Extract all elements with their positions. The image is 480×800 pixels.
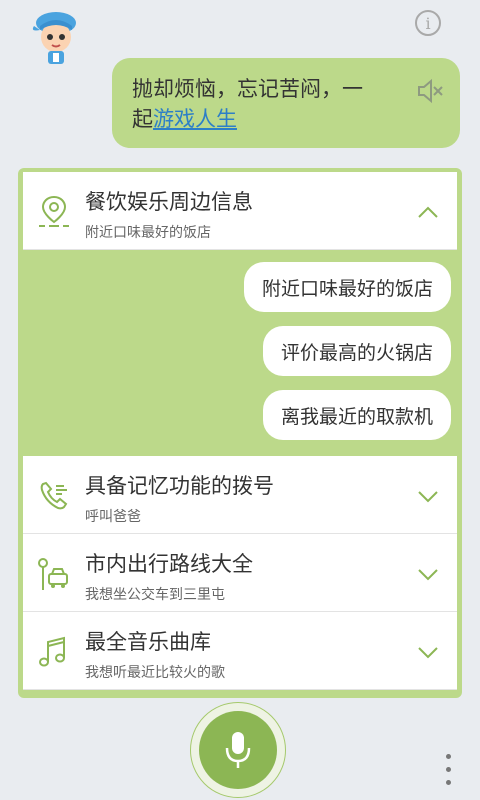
microphone-icon bbox=[225, 732, 251, 768]
mic-button-inner[interactable] bbox=[199, 711, 277, 789]
section-title: 市内出行路线大全 bbox=[85, 552, 253, 576]
chevron-down-icon[interactable] bbox=[417, 644, 439, 659]
feature-panel: 餐饮娱乐周边信息 附近口味最好的饭店 附近口味最好的饭店 评价最高的火锅店 离我… bbox=[18, 168, 462, 698]
chevron-down-icon[interactable] bbox=[417, 488, 439, 503]
route-icon bbox=[37, 556, 71, 592]
avatar bbox=[26, 6, 90, 70]
suggestion-bubble[interactable]: 评价最高的火锅店 bbox=[262, 326, 451, 376]
music-icon bbox=[37, 634, 71, 670]
phone-icon bbox=[37, 478, 71, 514]
section-subtitle: 我想坐公交车到三里屯 bbox=[85, 587, 225, 603]
speech-link[interactable]: 游戏人生 bbox=[153, 107, 237, 131]
assistant-speech-bubble: 抛却烦恼，忘记苦闷，一 起游戏人生 bbox=[112, 58, 460, 148]
section-subtitle: 附近口味最好的饭店 bbox=[85, 225, 211, 241]
section-music[interactable]: 最全音乐曲库 我想听最近比较火的歌 bbox=[23, 612, 457, 690]
chevron-down-icon[interactable] bbox=[417, 566, 439, 581]
section-title: 餐饮娱乐周边信息 bbox=[85, 190, 253, 214]
more-options-icon[interactable] bbox=[443, 754, 453, 790]
voice-assistant-screen: i 抛却烦恼，忘记苦闷，一 起游戏人生 餐饮娱乐周边信息 附近口味最好的饭店 附… bbox=[0, 0, 480, 800]
info-icon: i bbox=[425, 13, 431, 33]
section-subtitle: 我想听最近比较火的歌 bbox=[85, 665, 225, 681]
speech-text-line1: 抛却烦恼，忘记苦闷，一 bbox=[132, 77, 363, 101]
suggestion-bubble[interactable]: 附近口味最好的饭店 bbox=[243, 262, 451, 312]
mic-button[interactable] bbox=[190, 702, 286, 798]
speaker-mute-icon[interactable] bbox=[416, 78, 444, 104]
section-route[interactable]: 市内出行路线大全 我想坐公交车到三里屯 bbox=[23, 534, 457, 612]
suggestion-bubble[interactable]: 离我最近的取款机 bbox=[262, 390, 451, 440]
section-dialing[interactable]: 具备记忆功能的拨号 呼叫爸爸 bbox=[23, 456, 457, 534]
section-title: 具备记忆功能的拨号 bbox=[85, 474, 274, 498]
dining-suggestions: 附近口味最好的饭店 评价最高的火锅店 离我最近的取款机 bbox=[23, 250, 457, 456]
section-title: 最全音乐曲库 bbox=[85, 630, 211, 654]
info-button[interactable]: i bbox=[415, 10, 441, 36]
speech-text-line2: 起游戏人生 bbox=[132, 104, 400, 134]
section-dining[interactable]: 餐饮娱乐周边信息 附近口味最好的饭店 bbox=[23, 172, 457, 250]
chevron-up-icon[interactable] bbox=[417, 204, 439, 218]
location-pin-icon bbox=[37, 194, 71, 230]
speech-text-prefix: 起 bbox=[132, 107, 153, 131]
section-subtitle: 呼叫爸爸 bbox=[85, 509, 141, 525]
